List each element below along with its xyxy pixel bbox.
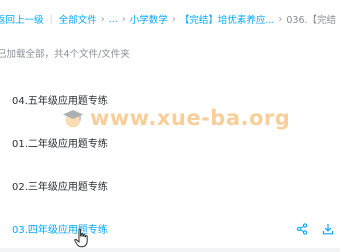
breadcrumb-root[interactable]: 全部文件 bbox=[59, 12, 97, 26]
breadcrumb-ellipsis[interactable]: ... bbox=[109, 14, 118, 25]
chevron-right-icon: › bbox=[278, 13, 283, 25]
file-row[interactable]: 01.二年级应用题专练 bbox=[0, 121, 340, 164]
file-name[interactable]: 03.四年级应用题专练 bbox=[12, 221, 108, 236]
back-link[interactable]: 返回上一级 bbox=[0, 12, 44, 26]
file-name[interactable]: 02.三年级应用题专练 bbox=[12, 178, 108, 193]
row-actions bbox=[296, 222, 334, 235]
breadcrumb-level2[interactable]: 【完结】培优素养应... bbox=[180, 12, 275, 26]
hand-cursor-icon bbox=[74, 228, 88, 248]
chevron-right-icon: › bbox=[121, 13, 126, 25]
chevron-right-icon: › bbox=[100, 13, 105, 25]
breadcrumb-divider: | bbox=[49, 13, 53, 25]
bottom-bar bbox=[0, 248, 340, 252]
file-list: 04.五年级应用题专练 01.二年级应用题专练 02.三年级应用题专练 03.四… bbox=[0, 78, 340, 250]
file-name[interactable]: 04.五年级应用题专练 bbox=[12, 92, 108, 107]
file-row[interactable]: 03.四年级应用题专练 bbox=[0, 207, 340, 250]
breadcrumb-current: 036.【完结 bbox=[286, 15, 337, 26]
breadcrumb: 返回上一级 | 全部文件 › ... › 小学数学 › 【完结】培优素养应...… bbox=[0, 0, 340, 38]
share-icon[interactable] bbox=[296, 222, 308, 235]
file-name[interactable]: 01.二年级应用题专练 bbox=[12, 135, 108, 150]
file-row[interactable]: 02.三年级应用题专练 bbox=[0, 164, 340, 207]
file-count: 已加载全部，共4个文件/文件夹 bbox=[0, 49, 130, 60]
chevron-right-icon: › bbox=[171, 13, 176, 25]
download-icon[interactable] bbox=[322, 223, 334, 235]
breadcrumb-level1[interactable]: 小学数学 bbox=[130, 12, 168, 26]
file-row[interactable]: 04.五年级应用题专练 bbox=[0, 78, 340, 121]
